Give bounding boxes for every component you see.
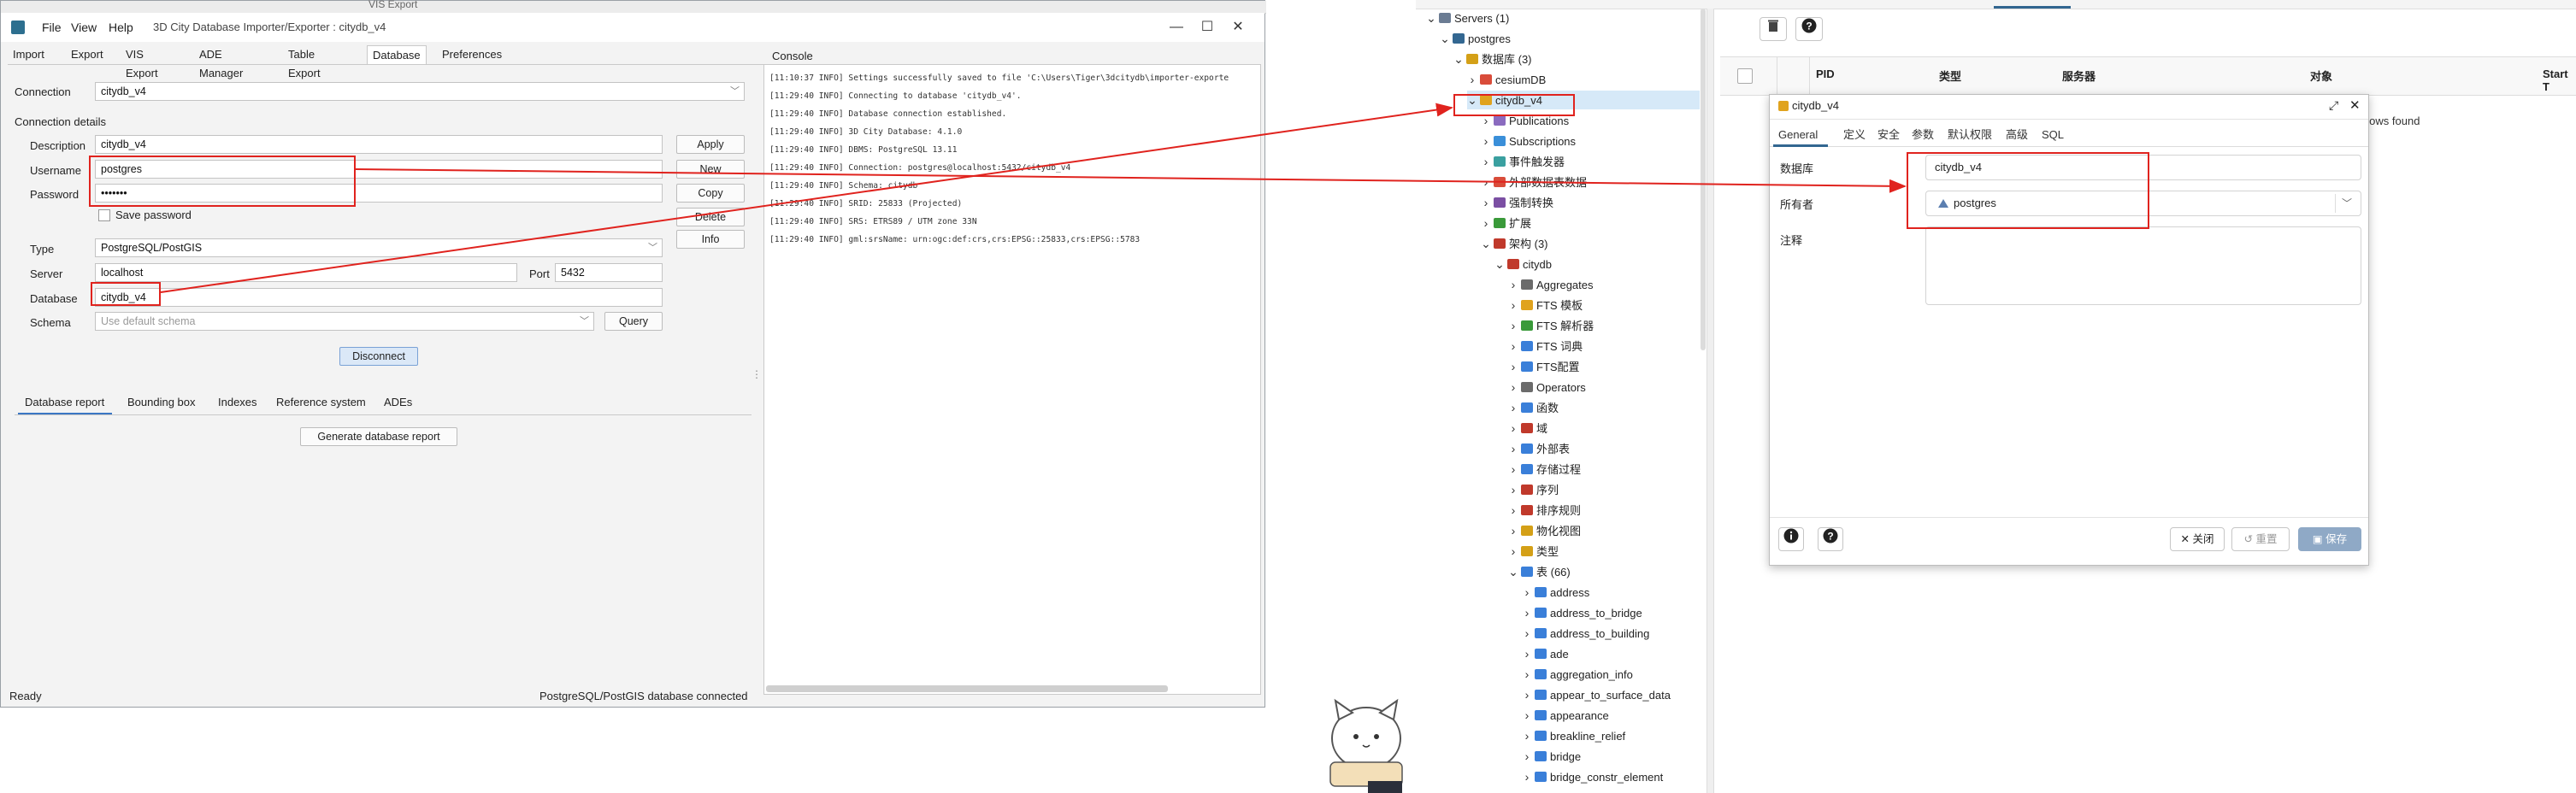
arrow-database-to-tree [160,103,1453,293]
annotation-arrows [160,103,1907,293]
arrow-credentials-to-dialog [355,168,1907,193]
cartoon-cat-sticker [1329,698,1403,793]
